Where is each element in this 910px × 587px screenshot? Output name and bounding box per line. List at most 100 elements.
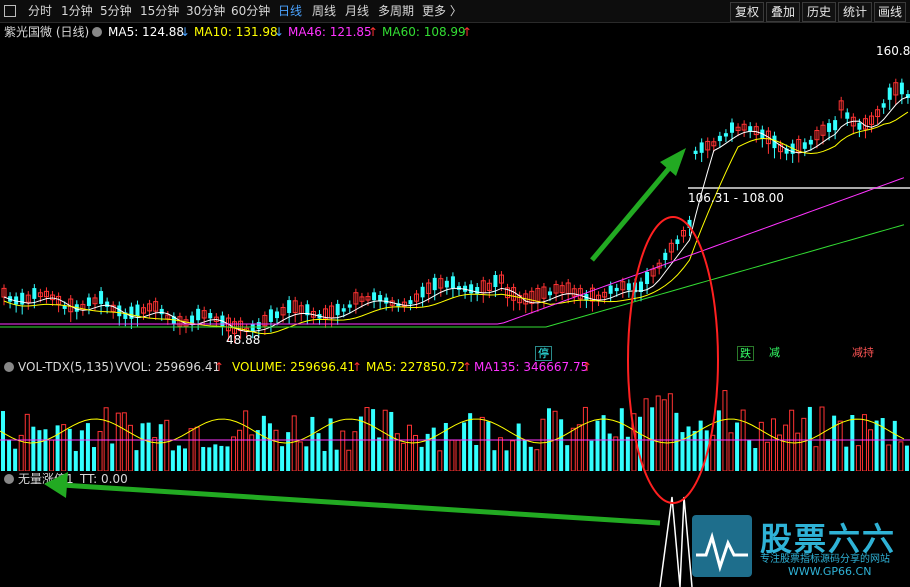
volume-bar: [158, 424, 163, 471]
indicator-label[interactable]: 无量涨停1: [18, 470, 74, 488]
volume-bar: [231, 436, 237, 471]
volume-bar: [522, 439, 527, 471]
volume-bar: [710, 434, 716, 471]
volume-bar: [304, 446, 309, 471]
volume-legend: VOL-TDX(5,135) VVOL: 259696.41 ↑ VOLUME:…: [0, 358, 910, 376]
volume-bar: [164, 419, 170, 471]
logo-icon: [692, 515, 752, 577]
candle-body: [493, 275, 498, 288]
volume-bar: [850, 415, 855, 471]
volume-bar: [795, 432, 801, 471]
volume-bar: [267, 423, 272, 471]
ma60-label: MA60: 108.99: [382, 25, 466, 39]
volume-bar: [1, 411, 5, 471]
volume-bar: [291, 415, 297, 471]
stock-title[interactable]: 紫光国微 (日线): [4, 23, 89, 41]
period-tab-1min[interactable]: 1分钟: [61, 0, 93, 22]
volume-bar: [832, 415, 837, 471]
ma-legend: 紫光国微 (日线) MA5: 124.88 ↓ MA10: 131.98 ↓ M…: [0, 23, 910, 41]
volume-bar: [638, 416, 642, 471]
volume-bar: [322, 450, 327, 471]
candle-body: [335, 303, 340, 316]
stats-button[interactable]: 统计: [838, 2, 873, 22]
watermark-subtitle: 专注股票指标源码分享的网站: [760, 554, 890, 565]
period-tab-daily[interactable]: 日线: [278, 0, 302, 22]
ma5-arrow: ↓: [180, 25, 191, 39]
volume-chart[interactable]: [0, 376, 910, 471]
volume-bar: [67, 428, 72, 471]
candle-body: [675, 239, 680, 244]
candle-body: [833, 120, 838, 131]
volume-bar: [892, 420, 897, 471]
volume-bar: [13, 448, 18, 471]
volume-bar: [73, 450, 78, 471]
volume-bar: [170, 450, 175, 471]
volume-bar: [826, 439, 831, 471]
adjust-button[interactable]: 复权: [730, 2, 765, 22]
ma10-arrow: ↓: [274, 25, 285, 39]
volume-bar: [753, 448, 758, 471]
volume-bar: [643, 398, 649, 471]
volume-bar: [716, 410, 721, 471]
volume-bar: [382, 409, 388, 471]
candle-body: [408, 300, 413, 305]
volume-bar: [874, 420, 879, 471]
volume-bar: [667, 393, 673, 471]
dropdown-icon[interactable]: [4, 474, 14, 484]
period-tab-30min[interactable]: 30分钟: [186, 0, 225, 22]
candle-body: [268, 309, 273, 322]
dropdown-icon[interactable]: [4, 362, 14, 372]
volume-bar: [601, 415, 606, 471]
candle-body: [693, 150, 698, 154]
period-tab-5min[interactable]: 5分钟: [100, 0, 132, 22]
volume-bar: [255, 430, 260, 471]
square-icon[interactable]: [4, 5, 16, 17]
candle-body: [372, 292, 377, 301]
period-tab-15min[interactable]: 15分钟: [140, 0, 179, 22]
volume-bar: [328, 418, 333, 471]
volume-bar: [431, 427, 436, 471]
candle-body: [687, 219, 692, 228]
volume-bar: [680, 432, 685, 471]
candle-body: [159, 308, 164, 315]
volume-bar: [352, 431, 358, 471]
volume-bar: [103, 407, 109, 471]
volume-bar: [346, 449, 352, 471]
period-tab-monthly[interactable]: 月线: [345, 0, 369, 22]
history-button[interactable]: 历史: [802, 2, 837, 22]
period-tab-60min[interactable]: 60分钟: [231, 0, 270, 22]
volume-bar: [534, 449, 540, 471]
candle-body: [614, 287, 619, 292]
volume-bar: [770, 418, 776, 471]
volume-bar: [462, 422, 467, 471]
overlay-button[interactable]: 叠加: [766, 2, 801, 22]
volume-bar: [559, 419, 564, 471]
vvol-label: VVOL: 259696.41: [115, 360, 221, 374]
period-tab-fenshi[interactable]: 分时: [28, 0, 52, 22]
period-tab-multi[interactable]: 多周期: [378, 0, 414, 22]
volume-bar: [728, 432, 734, 471]
volume-bar: [625, 436, 630, 471]
volume-bar: [576, 424, 582, 471]
volume-bar: [868, 429, 874, 471]
dropdown-icon[interactable]: [92, 27, 102, 37]
candle-body: [645, 271, 650, 284]
volume-bar: [194, 426, 200, 471]
candle-body: [420, 286, 425, 298]
low-price-label: 48.88: [226, 333, 261, 347]
high-price-label: 160.8: [876, 44, 910, 58]
period-toolbar: 分时 1分钟 5分钟 15分钟 30分钟 60分钟 日线 周线 月线 多周期 更…: [0, 0, 910, 23]
volume-bar: [486, 421, 491, 471]
vol-title[interactable]: VOL-TDX(5,135): [18, 358, 114, 376]
volume-bar: [219, 445, 224, 471]
ma10-line: [3, 111, 909, 335]
period-tab-more[interactable]: 更多 〉: [422, 0, 462, 22]
volume-bar: [722, 390, 728, 471]
draw-line-button[interactable]: 画线: [874, 2, 907, 22]
volume-bar: [92, 447, 96, 471]
volume-bar: [31, 426, 36, 471]
candle-body: [208, 313, 213, 319]
site-watermark: 股票六六 专注股票指标源码分享的网站 WWW.GP66.CN: [690, 512, 910, 587]
volume-bar: [479, 416, 485, 471]
period-tab-weekly[interactable]: 周线: [312, 0, 336, 22]
